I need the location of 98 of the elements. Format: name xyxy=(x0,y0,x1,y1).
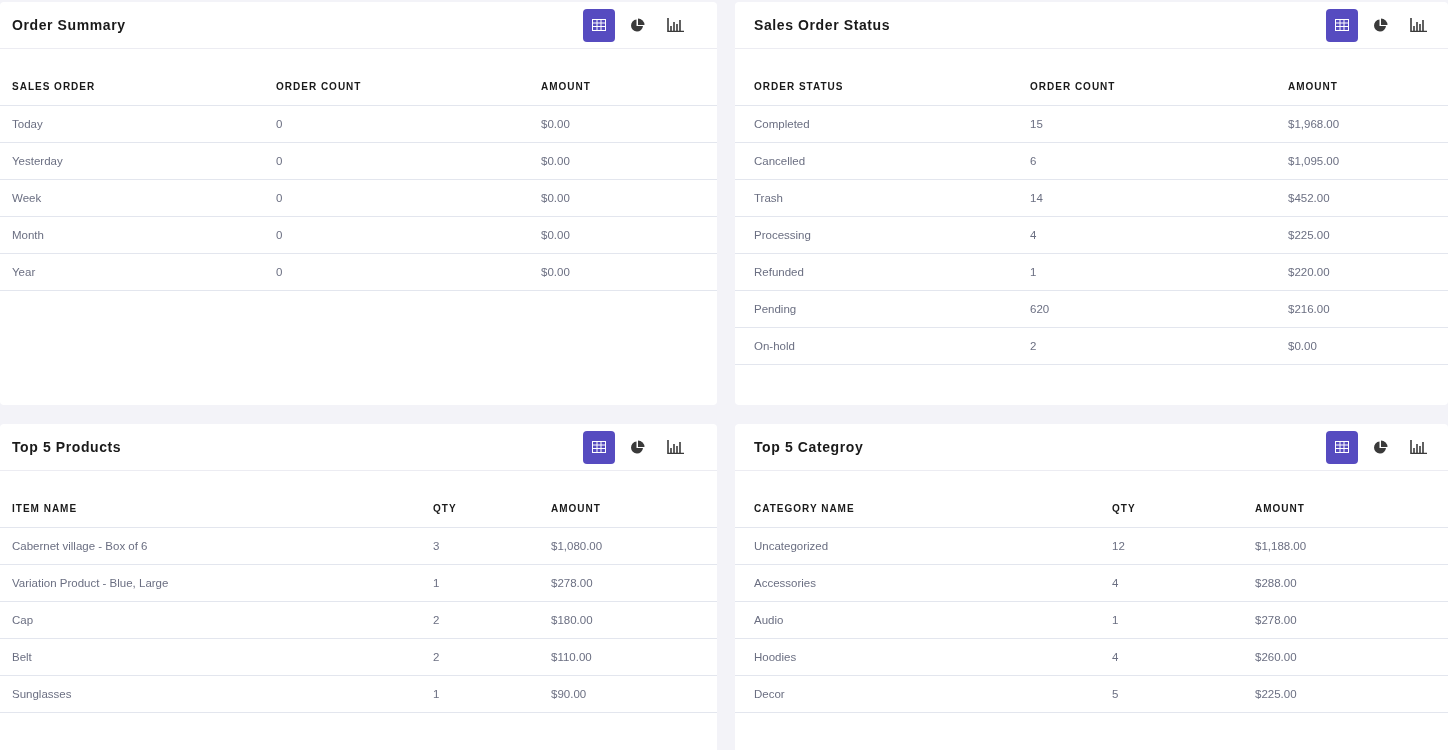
table-cell-text: Cabernet village - Box of 6 xyxy=(12,540,149,552)
table-cell-text: 14 xyxy=(1030,192,1044,204)
table-cell-text: 1 xyxy=(1112,614,1120,626)
table-icon xyxy=(1335,19,1349,31)
table-cell-text: Pending xyxy=(754,303,798,315)
column-header: AMOUNT xyxy=(1288,80,1339,92)
card-title: Top 5 Products xyxy=(12,439,122,455)
table-cell-text: On-hold xyxy=(754,340,796,352)
table-cell-text: 0 xyxy=(276,229,284,241)
table-icon xyxy=(1335,441,1349,453)
table-cell-text: Accessories xyxy=(754,577,817,589)
pie-chart-icon xyxy=(629,439,645,455)
bar-chart-icon xyxy=(1409,440,1427,454)
table-cell-text: Year xyxy=(12,266,37,278)
table-cell-text: Cap xyxy=(12,614,35,626)
table-cell-text: 0 xyxy=(276,192,284,204)
table-cell-text: $225.00 xyxy=(1255,688,1298,700)
table-cell-text: $0.00 xyxy=(541,155,571,167)
table-cell-text: Decor xyxy=(754,688,786,700)
bar-chart-icon xyxy=(666,18,684,32)
column-header: SALES ORDER xyxy=(12,80,97,92)
table-cell-text: 1 xyxy=(1030,266,1038,278)
table-icon xyxy=(592,19,606,31)
table-cell-text: Belt xyxy=(12,651,33,663)
table-cell-text: $180.00 xyxy=(551,614,594,626)
table-cell-text: $1,188.00 xyxy=(1255,540,1308,552)
table-cell-text: $1,095.00 xyxy=(1288,155,1341,167)
column-header: QTY xyxy=(1112,502,1137,514)
view-toggle-button[interactable] xyxy=(583,8,615,42)
table-cell-text: 1 xyxy=(433,688,441,700)
table-cell-text: $216.00 xyxy=(1288,303,1331,315)
table-cell-text: $278.00 xyxy=(551,577,594,589)
table-cell-text: 15 xyxy=(1030,118,1044,130)
table-cell-text: 4 xyxy=(1112,577,1120,589)
table-cell-text: $278.00 xyxy=(1255,614,1298,626)
card-title: Order Summary xyxy=(12,17,126,33)
table-cell-text: Processing xyxy=(754,229,812,241)
table-cell-text: Month xyxy=(12,229,45,241)
table-cell-text: $288.00 xyxy=(1255,577,1298,589)
table-cell-text: $0.00 xyxy=(541,229,571,241)
table-cell-text: Cancelled xyxy=(754,155,807,167)
column-header: ITEM NAME xyxy=(12,502,79,514)
table-cell-text: 12 xyxy=(1112,540,1126,552)
table-cell-text: Audio xyxy=(754,614,785,626)
view-toggle-button[interactable] xyxy=(1326,8,1358,42)
table-cell-text: $452.00 xyxy=(1288,192,1331,204)
pie-chart-icon xyxy=(629,17,645,33)
column-header: ORDER COUNT xyxy=(276,80,363,92)
table-cell-text: 4 xyxy=(1112,651,1120,663)
table-cell-text: Yesterday xyxy=(12,155,64,167)
card-title: Top 5 Categroy xyxy=(754,439,864,455)
table-cell-text: $0.00 xyxy=(541,192,571,204)
table-cell-text: Hoodies xyxy=(754,651,798,663)
table-cell-text: $225.00 xyxy=(1288,229,1331,241)
table-cell-text: $110.00 xyxy=(551,651,593,663)
table-cell-text: 4 xyxy=(1030,229,1038,241)
view-toggle-button[interactable] xyxy=(583,430,615,464)
column-header: AMOUNT xyxy=(541,80,592,92)
bar-chart-icon xyxy=(666,440,684,454)
table-cell-text: Today xyxy=(12,118,44,130)
table-cell-text: Sunglasses xyxy=(12,688,73,700)
table-cell-text: 0 xyxy=(276,118,284,130)
table-cell-text: 5 xyxy=(1112,688,1120,700)
table-cell-text: $0.00 xyxy=(541,266,571,278)
column-header: ORDER COUNT xyxy=(1030,80,1117,92)
bar-chart-icon xyxy=(1409,18,1427,32)
card-title: Sales Order Status xyxy=(754,17,891,33)
table-cell-text: $0.00 xyxy=(1288,340,1318,352)
table-cell-text: $1,968.00 xyxy=(1288,118,1341,130)
table-cell-text: 3 xyxy=(433,540,441,552)
table-cell-text: $1,080.00 xyxy=(551,540,604,552)
table-cell-text: 0 xyxy=(276,155,284,167)
table-cell-text: Week xyxy=(12,192,43,204)
table-cell-text: 1 xyxy=(433,577,441,589)
view-toggle-button[interactable] xyxy=(1326,430,1358,464)
table-cell-text: 620 xyxy=(1030,303,1051,315)
column-header: CATEGORY NAME xyxy=(754,502,856,514)
table-cell-text: 0 xyxy=(276,266,284,278)
column-header: AMOUNT xyxy=(1255,502,1306,514)
pie-chart-icon xyxy=(1372,17,1388,33)
table-cell-text: 6 xyxy=(1030,155,1038,167)
table-cell-text: Variation Product - Blue, Large xyxy=(12,577,170,589)
column-header: AMOUNT xyxy=(551,502,602,514)
table-cell-text: Trash xyxy=(754,192,784,204)
table-cell-text: Refunded xyxy=(754,266,805,278)
table-cell-text: Uncategorized xyxy=(754,540,830,552)
table-cell-text: Completed xyxy=(754,118,811,130)
table-cell-text: $260.00 xyxy=(1255,651,1298,663)
table-cell-text: $90.00 xyxy=(551,688,588,700)
pie-chart-icon xyxy=(1372,439,1388,455)
column-header: QTY xyxy=(433,502,458,514)
table-cell-text: 2 xyxy=(1030,340,1038,352)
table-cell-text: $0.00 xyxy=(541,118,571,130)
table-cell-text: 2 xyxy=(433,614,441,626)
table-icon xyxy=(592,441,606,453)
table-cell-text: $220.00 xyxy=(1288,266,1331,278)
table-cell-text: 2 xyxy=(433,651,441,663)
column-header: ORDER STATUS xyxy=(754,80,845,92)
